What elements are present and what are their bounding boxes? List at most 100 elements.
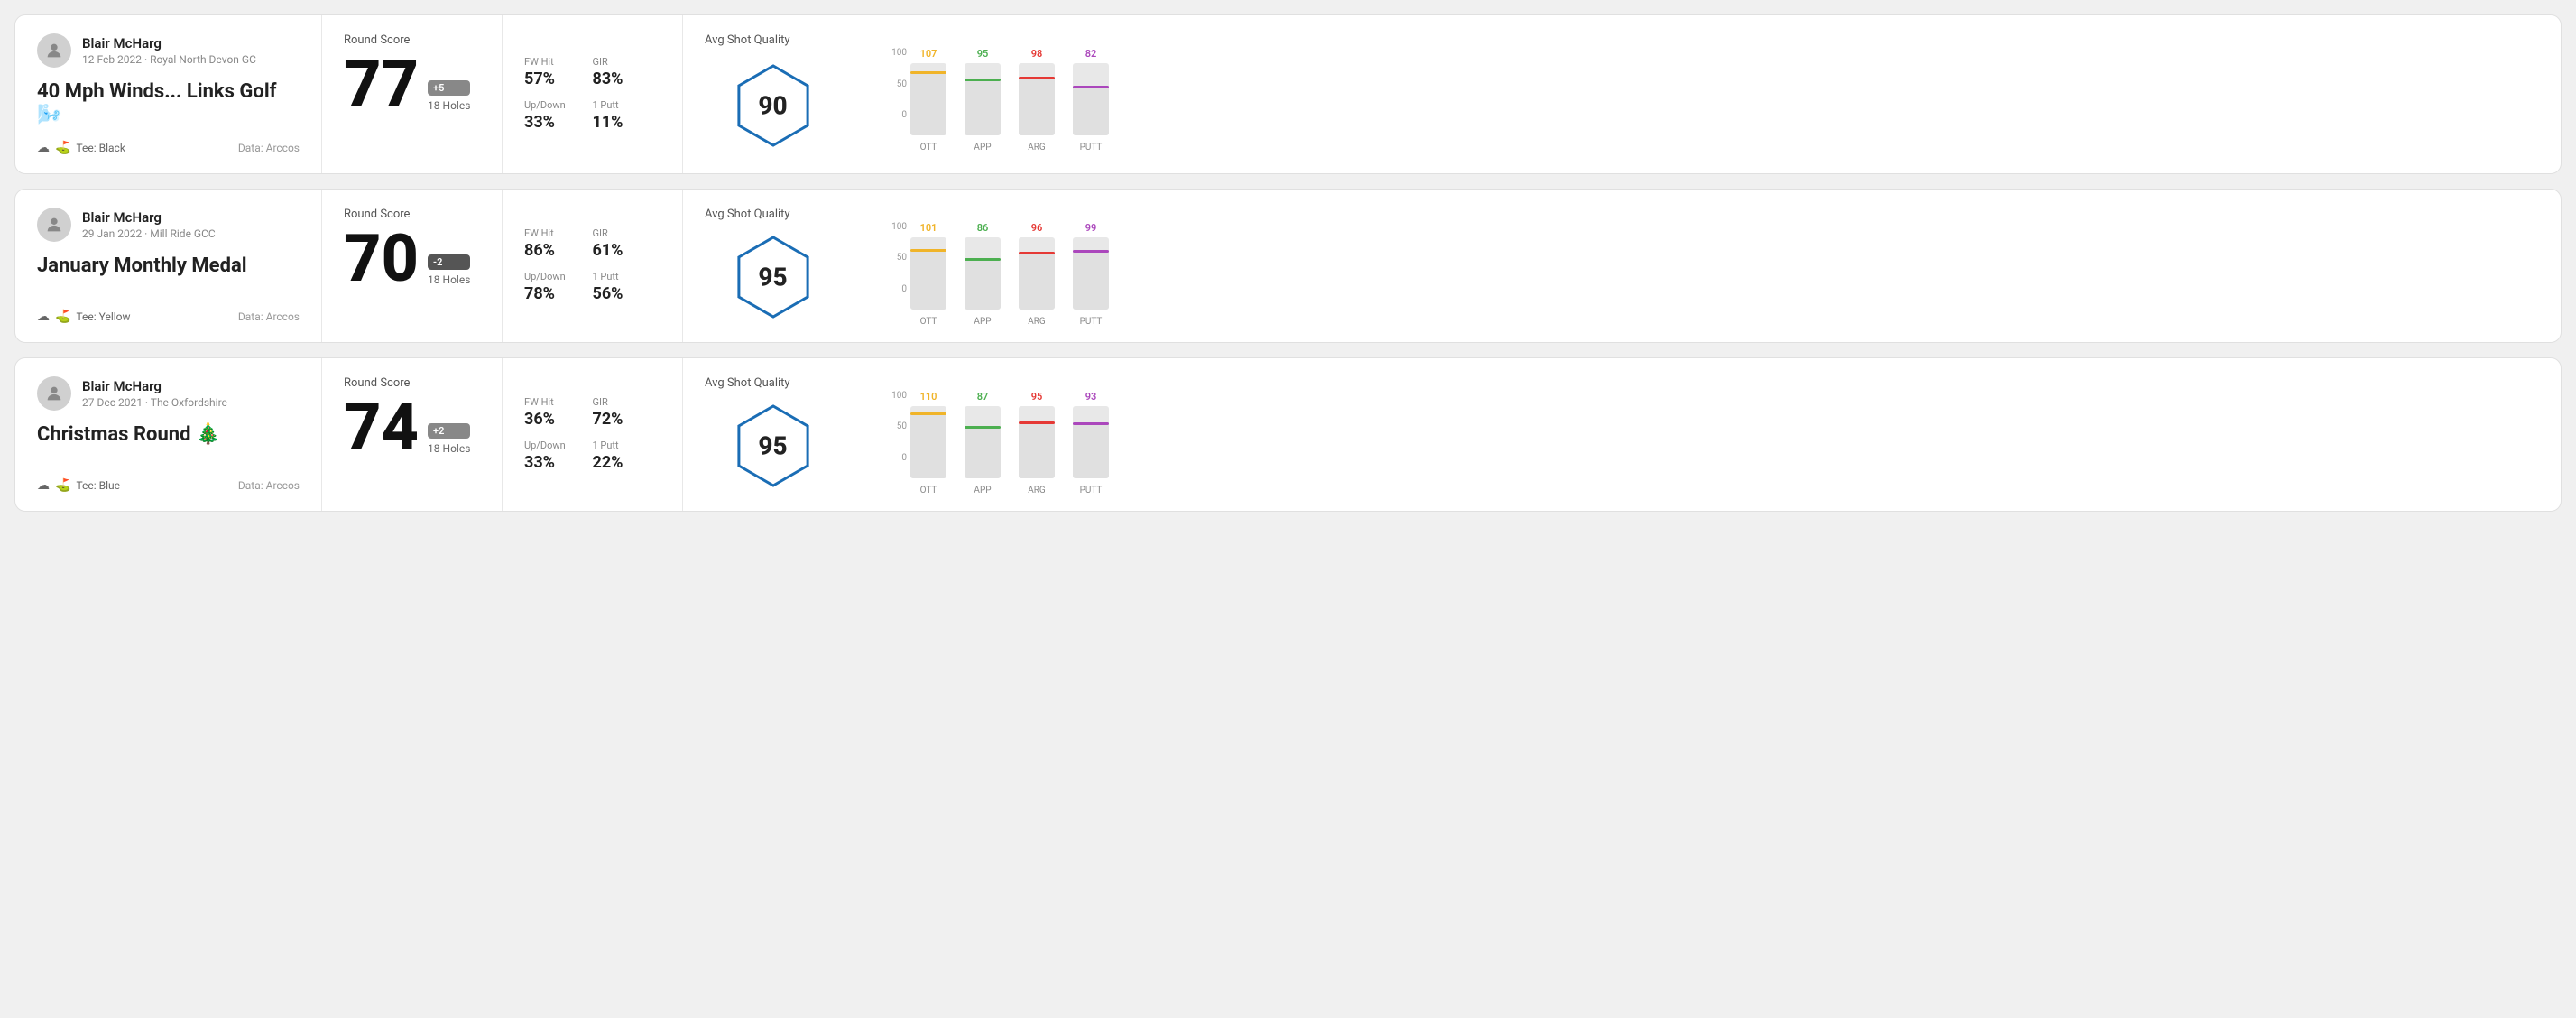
score-diff-badge: -2 bbox=[428, 255, 470, 270]
score-holes: 18 Holes bbox=[428, 442, 470, 455]
round-score-label: Round Score bbox=[344, 376, 480, 390]
score-diff-badge: +2 bbox=[428, 423, 470, 439]
bar-fill bbox=[965, 79, 1001, 135]
bar-track bbox=[1073, 63, 1109, 135]
score-number: 74 bbox=[344, 395, 419, 460]
round-title: Christmas Round 🎄 bbox=[37, 423, 300, 447]
hexagon-container: 95 bbox=[705, 230, 841, 324]
bar-fill bbox=[1019, 421, 1055, 478]
hexagon: 95 bbox=[733, 399, 814, 493]
hexagon: 95 bbox=[733, 230, 814, 324]
gir-value: 72% bbox=[593, 410, 661, 429]
oneputt-block: 1 Putt 11% bbox=[593, 94, 661, 137]
bar-group-putt: 93 PUTT bbox=[1073, 391, 1109, 495]
bar-value: 86 bbox=[977, 222, 989, 234]
bar-label: OTT bbox=[920, 143, 937, 153]
bar-value: 98 bbox=[1031, 48, 1043, 60]
score-meta: +2 18 Holes bbox=[428, 423, 470, 460]
bag-icon: ⛳ bbox=[55, 141, 70, 155]
bar-group-ott: 110 OTT bbox=[910, 391, 946, 495]
bar-group-arg: 96 ARG bbox=[1019, 222, 1055, 327]
card-stats-section: FW Hit 36% GIR 72% Up/Down 33% 1 Putt 22… bbox=[503, 358, 683, 511]
bar-value: 110 bbox=[920, 391, 937, 403]
round-title: January Monthly Medal bbox=[37, 255, 300, 278]
gir-label: GIR bbox=[593, 396, 661, 408]
oneputt-label: 1 Putt bbox=[593, 99, 661, 111]
player-date: 29 Jan 2022 · Mill Ride GCC bbox=[82, 227, 216, 240]
bar-group-ott: 101 OTT bbox=[910, 222, 946, 327]
score-number: 70 bbox=[344, 227, 419, 292]
bar-track bbox=[965, 63, 1001, 135]
quality-label: Avg Shot Quality bbox=[705, 376, 790, 390]
updown-label: Up/Down bbox=[524, 271, 582, 282]
updown-label: Up/Down bbox=[524, 99, 582, 111]
bar-group-app: 87 APP bbox=[965, 391, 1001, 495]
score-holes: 18 Holes bbox=[428, 99, 470, 112]
bar-marker bbox=[1073, 250, 1109, 253]
oneputt-value: 11% bbox=[593, 113, 661, 132]
bar-group-app: 95 APP bbox=[965, 48, 1001, 153]
updown-value: 33% bbox=[524, 113, 582, 132]
hexagon-container: 95 bbox=[705, 399, 841, 493]
bar-value: 99 bbox=[1085, 222, 1097, 234]
gir-block: GIR 61% bbox=[593, 222, 661, 265]
quality-score: 95 bbox=[758, 430, 787, 460]
bar-marker bbox=[965, 79, 1001, 81]
card-score-section: Round Score 77 +5 18 Holes bbox=[322, 15, 503, 173]
player-header: Blair McHarg 29 Jan 2022 · Mill Ride GCC bbox=[37, 208, 300, 242]
bar-value: 101 bbox=[920, 222, 937, 234]
card-stats-section: FW Hit 57% GIR 83% Up/Down 33% 1 Putt 11… bbox=[503, 15, 683, 173]
oneputt-block: 1 Putt 56% bbox=[593, 265, 661, 309]
round-card-2: Blair McHarg 29 Jan 2022 · Mill Ride GCC… bbox=[14, 189, 2562, 343]
round-title: 40 Mph Winds... Links Golf 🌬️ bbox=[37, 80, 300, 128]
bar-value: 87 bbox=[977, 391, 989, 403]
card-footer: ☁ ⛳ Tee: Blue Data: Arccos bbox=[37, 478, 300, 493]
card-player-info: Blair McHarg 12 Feb 2022 · Royal North D… bbox=[15, 15, 322, 173]
tee-label: Tee: Yellow bbox=[76, 310, 130, 323]
player-details: Blair McHarg 27 Dec 2021 · The Oxfordshi… bbox=[82, 378, 227, 409]
quality-label: Avg Shot Quality bbox=[705, 208, 790, 221]
updown-value: 78% bbox=[524, 284, 582, 303]
updown-block: Up/Down 33% bbox=[524, 434, 593, 477]
weather-icon: ☁ bbox=[37, 141, 50, 155]
fw-hit-label: FW Hit bbox=[524, 56, 582, 68]
bar-track bbox=[1019, 406, 1055, 478]
bar-group-arg: 98 ARG bbox=[1019, 48, 1055, 153]
fw-hit-value: 57% bbox=[524, 69, 582, 88]
bar-label: APP bbox=[974, 143, 991, 153]
score-row: 77 +5 18 Holes bbox=[344, 52, 480, 117]
quality-label: Avg Shot Quality bbox=[705, 33, 790, 47]
bag-icon: ⛳ bbox=[55, 478, 70, 493]
bar-fill bbox=[1019, 252, 1055, 310]
bar-value: 95 bbox=[1031, 391, 1043, 403]
bar-label: APP bbox=[974, 317, 991, 327]
bar-value: 93 bbox=[1085, 391, 1097, 403]
bar-label: PUTT bbox=[1080, 486, 1103, 495]
bar-group-ott: 107 OTT bbox=[910, 48, 946, 153]
card-quality-section: Avg Shot Quality 95 bbox=[683, 190, 863, 342]
bar-fill bbox=[910, 249, 946, 310]
gir-block: GIR 83% bbox=[593, 51, 661, 94]
bar-label: ARG bbox=[1028, 486, 1046, 495]
card-player-info: Blair McHarg 29 Jan 2022 · Mill Ride GCC… bbox=[15, 190, 322, 342]
updown-value: 33% bbox=[524, 453, 582, 472]
data-source: Data: Arccos bbox=[238, 479, 300, 492]
bar-fill bbox=[1019, 77, 1055, 135]
score-diff-badge: +5 bbox=[428, 80, 470, 96]
data-source: Data: Arccos bbox=[238, 310, 300, 323]
card-footer: ☁ ⛳ Tee: Yellow Data: Arccos bbox=[37, 310, 300, 324]
hexagon-container: 90 bbox=[705, 56, 841, 155]
gir-value: 61% bbox=[593, 241, 661, 260]
round-score-label: Round Score bbox=[344, 33, 480, 47]
player-details: Blair McHarg 29 Jan 2022 · Mill Ride GCC bbox=[82, 209, 216, 240]
data-source: Data: Arccos bbox=[238, 142, 300, 154]
bag-icon: ⛳ bbox=[55, 310, 70, 324]
card-player-info: Blair McHarg 27 Dec 2021 · The Oxfordshi… bbox=[15, 358, 322, 511]
bar-group-putt: 99 PUTT bbox=[1073, 222, 1109, 327]
gir-label: GIR bbox=[593, 56, 661, 68]
bar-fill bbox=[965, 258, 1001, 310]
quality-score: 90 bbox=[758, 90, 787, 120]
fw-hit-block: FW Hit 86% bbox=[524, 222, 593, 265]
score-row: 70 -2 18 Holes bbox=[344, 227, 480, 292]
bar-label: OTT bbox=[920, 317, 937, 327]
